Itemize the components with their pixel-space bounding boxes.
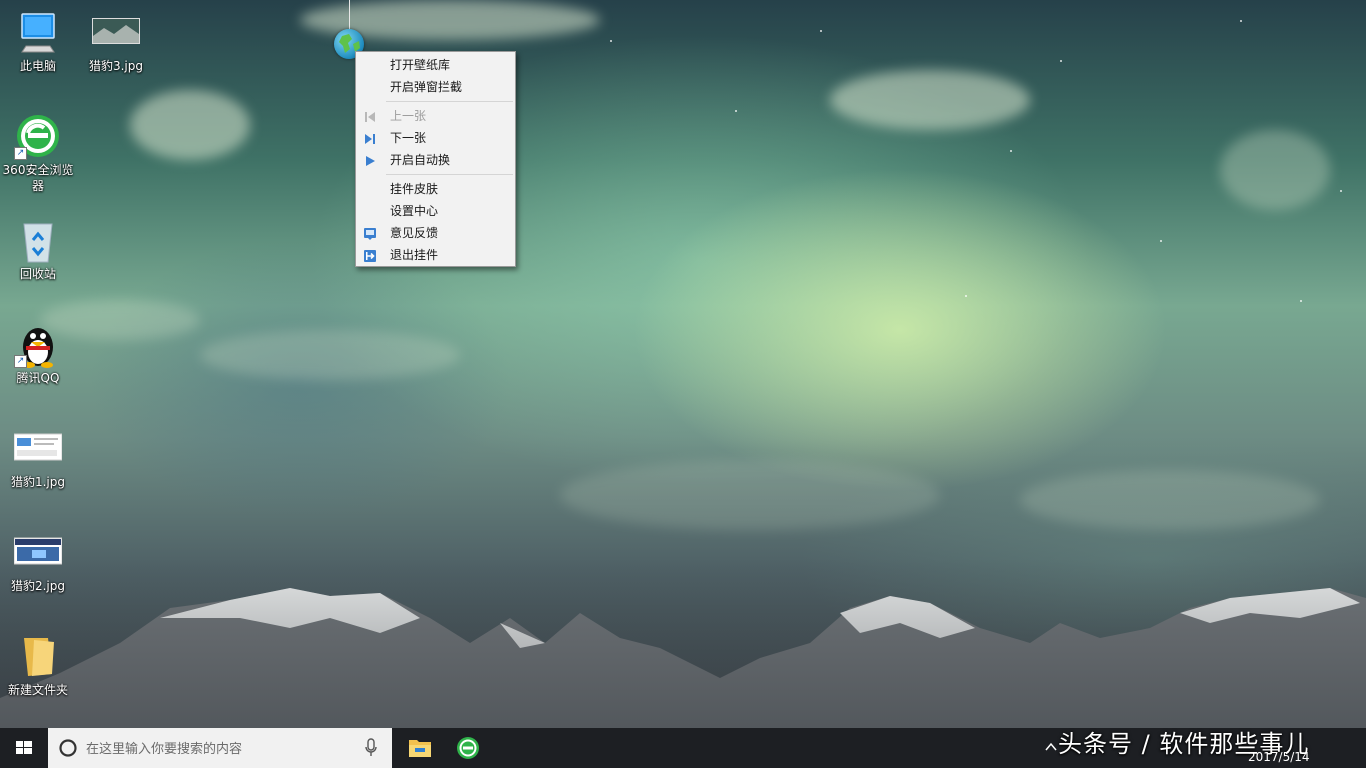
star [965, 295, 967, 297]
desktop-icon-label: 猎豹2.jpg [10, 579, 66, 593]
star [1240, 20, 1242, 22]
star [1300, 300, 1302, 302]
tray-date[interactable]: 2017/5/14 [1248, 750, 1310, 764]
menu-item-exit-widget[interactable]: 退出挂件 [356, 244, 515, 266]
desktop-icon-qq[interactable]: ↗ 腾讯QQ [0, 322, 76, 386]
star [1340, 190, 1342, 192]
360-browser-icon: ↗ [14, 114, 62, 160]
cortana-icon [59, 739, 77, 757]
taskbar-360-browser[interactable] [444, 728, 492, 768]
desktop-icon-image-2[interactable]: 猎豹2.jpg [0, 530, 76, 594]
menu-item-feedback[interactable]: 意见反馈 [356, 222, 515, 244]
recycle-bin-icon [14, 218, 62, 264]
feedback-icon [363, 226, 377, 240]
previous-icon [363, 109, 377, 123]
360-browser-icon [457, 737, 479, 759]
star [1160, 240, 1162, 242]
exit-icon [363, 248, 377, 262]
cloud [1020, 470, 1320, 530]
menu-separator [386, 101, 513, 102]
cloud [130, 90, 250, 160]
desktop-icon-label: 腾讯QQ [16, 371, 60, 385]
cloud [200, 330, 460, 380]
menu-item-label: 挂件皮肤 [390, 182, 439, 196]
menu-item-settings-center[interactable]: 设置中心 [356, 200, 515, 222]
taskbar-file-explorer[interactable] [396, 728, 444, 768]
menu-item-label: 退出挂件 [390, 248, 439, 262]
image-thumbnail-icon [13, 530, 63, 576]
cloud [830, 70, 1030, 130]
qq-penguin-icon: ↗ [14, 322, 62, 368]
star [610, 40, 612, 42]
menu-item-label: 上一张 [390, 109, 427, 123]
search-input[interactable] [84, 738, 358, 760]
menu-item-open-wallpaper-library[interactable]: 打开壁纸库 [356, 54, 515, 76]
desktop-icon-label: 新建文件夹 [7, 683, 68, 697]
desktop-icon-label: 猎豹1.jpg [10, 475, 66, 489]
menu-item-enable-popup-blocking[interactable]: 开启弹窗拦截 [356, 76, 515, 98]
computer-icon [14, 10, 62, 56]
star [735, 110, 737, 112]
desktop-icon-label: 360安全浏览器 [2, 163, 74, 193]
windows-logo-icon [16, 741, 32, 754]
widget-hanging-string [349, 0, 350, 30]
desktop-wallpaper [0, 0, 1366, 728]
tray-expand-icon[interactable] [1044, 740, 1058, 754]
shortcut-arrow-icon: ↗ [14, 355, 27, 368]
microphone-icon[interactable] [364, 738, 378, 758]
desktop-icon-label: 猎豹3.jpg [88, 59, 144, 73]
menu-item-label: 设置中心 [390, 204, 439, 218]
star [1060, 60, 1062, 62]
image-thumbnail-icon [92, 10, 140, 56]
menu-separator [386, 174, 513, 175]
desktop-icon-recycle-bin[interactable]: 回收站 [0, 218, 76, 282]
taskbar-search-box[interactable] [48, 728, 392, 768]
menu-item-label: 意见反馈 [390, 226, 439, 240]
desktop-icon-360-browser[interactable]: ↗ 360安全浏览器 [0, 114, 76, 194]
menu-item-widget-skin[interactable]: 挂件皮肤 [356, 178, 515, 200]
play-icon [363, 153, 377, 167]
image-thumbnail-icon [13, 426, 63, 472]
menu-item-label: 打开壁纸库 [390, 58, 451, 72]
folder-icon [14, 634, 62, 680]
menu-item-auto-switch[interactable]: 开启自动换 [356, 149, 515, 171]
menu-item-label: 下一张 [390, 131, 427, 145]
widget-context-menu: 打开壁纸库 开启弹窗拦截 上一张 下一张 开启自动换 挂件皮肤 设置中心 意见反… [355, 51, 516, 267]
file-explorer-icon [409, 740, 431, 757]
cloud [1220, 130, 1330, 210]
shortcut-arrow-icon: ↗ [14, 147, 27, 160]
menu-item-label: 开启自动换 [390, 153, 451, 167]
valley-mist [0, 558, 1366, 728]
desktop-icon-label: 回收站 [19, 267, 56, 281]
menu-item-label: 开启弹窗拦截 [390, 80, 463, 94]
desktop-icon-label: 此电脑 [19, 59, 56, 73]
star [820, 30, 822, 32]
desktop-icon-image-3[interactable]: 猎豹3.jpg [78, 10, 154, 74]
next-icon [363, 131, 377, 145]
star [1010, 150, 1012, 152]
desktop-icon-image-1[interactable]: 猎豹1.jpg [0, 426, 76, 490]
menu-item-previous: 上一张 [356, 105, 515, 127]
start-button[interactable] [0, 728, 48, 768]
desktop-icon-new-folder[interactable]: 新建文件夹 [0, 634, 76, 698]
cloud [560, 460, 940, 530]
desktop-icon-this-pc[interactable]: 此电脑 [0, 10, 76, 74]
menu-item-next[interactable]: 下一张 [356, 127, 515, 149]
